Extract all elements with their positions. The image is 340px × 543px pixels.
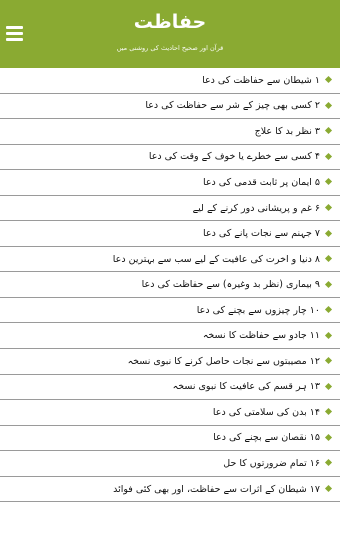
dua-list: ۱ شیطان سے حفاظت کی دعا ۲ کسی بھی چیز کے… <box>0 68 340 503</box>
list-item-label: ۱ شیطان سے حفاظت کی دعا <box>202 74 320 86</box>
list-item[interactable]: ۱۵ نقصان سے بچنے کی دعا <box>0 426 340 452</box>
list-item-label: ۱۶ تمام ضرورتوں کا حل <box>223 457 320 469</box>
list-item-label: ۱۵ نقصان سے بچنے کی دعا <box>213 432 320 444</box>
diamond-bullet-icon <box>324 280 333 288</box>
list-item[interactable]: ۴ کسی سے خطرے یا خوف کے وقت کی دعا <box>0 145 340 171</box>
list-item-label: ۸ دنیا و آخرت کی عافیت کے لیے سب سے بہتر… <box>112 253 320 265</box>
list-item[interactable]: ۳ نظر بد کا علاج <box>0 119 340 145</box>
list-item[interactable]: ۱۲ مصیبتوں سے نجات حاصل کرنے کا نبوی نسخ… <box>0 349 340 375</box>
list-item[interactable]: ۱۱ جادو سے حفاظت کا نسخہ <box>0 323 340 350</box>
app-title: حفاظت <box>133 11 207 33</box>
diamond-bullet-icon <box>324 229 333 237</box>
list-item[interactable]: ۱ شیطان سے حفاظت کی دعا <box>0 68 340 94</box>
list-item[interactable]: ۹ بیماری (نظر بد وغیرہ) سے حفاظت کی دعا <box>0 272 340 298</box>
list-item-label: ۱۴ بدن کی سلامتی کی دعا <box>212 406 320 418</box>
app-bar: حفاظت قرآن اور صحیح احادیث کی روشنی میں <box>0 0 340 68</box>
diamond-bullet-icon <box>324 152 333 160</box>
list-item-label: ۱۱ جادو سے حفاظت کا نسخہ <box>202 330 320 342</box>
list-item-label: ۴ کسی سے خطرے یا خوف کے وقت کی دعا <box>148 151 320 163</box>
list-item-label: ۱۳ ہر قسم کی عافیت کا نبوی نسخہ <box>172 381 320 393</box>
list-item[interactable]: ۷ جہنم سے نجات پانے کی دعا <box>0 221 340 247</box>
menu-line <box>6 38 23 41</box>
diamond-bullet-icon <box>324 459 333 467</box>
list-item-label: ۱۲ مصیبتوں سے نجات حاصل کرنے کا نبوی نسخ… <box>127 355 320 367</box>
diamond-bullet-icon <box>324 331 333 339</box>
diamond-bullet-icon <box>324 76 333 84</box>
diamond-bullet-icon <box>324 203 333 212</box>
diamond-bullet-icon <box>324 357 333 365</box>
list-item[interactable]: ۱۷ شیطان کے اثرات سے حفاظت، اور بھی کئی … <box>0 477 340 503</box>
list-item-label: ۶ غم و پریشانی دور کرنے کے لیے <box>192 202 320 214</box>
diamond-bullet-icon <box>324 484 333 493</box>
list-item[interactable]: ۱۰ چار چیزوں سے بچنے کی دعا <box>0 298 340 324</box>
diamond-bullet-icon <box>324 408 333 416</box>
list-item[interactable]: ۵ ایمان پر ثابت قدمی کی دعا <box>0 170 340 196</box>
list-item[interactable]: ۱۴ بدن کی سلامتی کی دعا <box>0 400 340 426</box>
diamond-bullet-icon <box>324 433 333 441</box>
diamond-bullet-icon <box>324 255 333 263</box>
list-item[interactable]: ۱۳ ہر قسم کی عافیت کا نبوی نسخہ <box>0 375 340 401</box>
list-item-label: ۵ ایمان پر ثابت قدمی کی دعا <box>202 176 320 188</box>
diamond-bullet-icon <box>324 382 333 390</box>
list-item-label: ۲ کسی بھی چیز کے شر سے حفاظت کی دعا <box>145 100 320 112</box>
list-item-label: ۷ جہنم سے نجات پانے کی دعا <box>203 228 320 240</box>
list-item-label: ۱۷ شیطان کے اثرات سے حفاظت، اور بھی کئی … <box>113 483 320 495</box>
list-item-label: ۹ بیماری (نظر بد وغیرہ) سے حفاظت کی دعا <box>141 279 320 291</box>
diamond-bullet-icon <box>324 178 333 186</box>
diamond-bullet-icon <box>324 127 333 135</box>
list-item[interactable]: ۱۶ تمام ضرورتوں کا حل <box>0 451 340 477</box>
diamond-bullet-icon <box>324 101 333 109</box>
app-subtitle: قرآن اور صحیح احادیث کی روشنی میں <box>116 44 224 52</box>
list-item-label: ۳ نظر بد کا علاج <box>254 125 320 137</box>
list-item[interactable]: ۲ کسی بھی چیز کے شر سے حفاظت کی دعا <box>0 94 340 120</box>
list-item[interactable]: ۶ غم و پریشانی دور کرنے کے لیے <box>0 196 340 222</box>
diamond-bullet-icon <box>324 306 333 314</box>
list-item[interactable]: ۸ دنیا و آخرت کی عافیت کے لیے سب سے بہتر… <box>0 247 340 273</box>
list-item-label: ۱۰ چار چیزوں سے بچنے کی دعا <box>196 304 320 316</box>
